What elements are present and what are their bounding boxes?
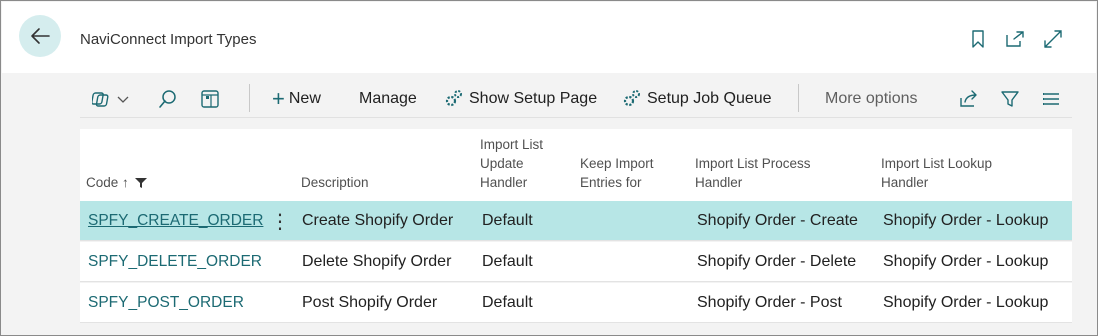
new-button-label: New	[288, 90, 321, 107]
show-setup-page-label: Show Setup Page	[469, 90, 598, 107]
process-handler-cell: Shopify Order - Post	[697, 294, 842, 311]
bookmark-icon[interactable]	[967, 28, 989, 50]
view-switcher-button[interactable]	[92, 80, 130, 118]
page-header: NaviConnect Import Types	[2, 2, 1096, 73]
share-button[interactable]	[959, 80, 979, 118]
new-button[interactable]: + New	[272, 80, 321, 118]
column-header-update-handler[interactable]: Import List Update Handler	[480, 135, 543, 192]
more-options-label: More options	[825, 90, 918, 107]
arrow-left-icon	[31, 28, 50, 44]
manage-button[interactable]: Manage	[359, 80, 417, 118]
description-cell: Delete Shopify Order	[302, 253, 452, 270]
column-header-code[interactable]: Code ↑	[86, 173, 148, 192]
tiles-icon	[92, 92, 109, 107]
window-frame: NaviConnect Import Types + New Manage Sh…	[0, 0, 1098, 336]
plus-icon: +	[272, 86, 285, 111]
table-row[interactable]: SPFY_POST_ORDER Post Shopify Order Defau…	[80, 283, 1072, 323]
expand-icon[interactable]	[1042, 28, 1064, 50]
column-header-keep-entries[interactable]: Keep Import Entries for	[580, 154, 654, 192]
lookup-handler-cell: Shopify Order - Lookup	[883, 253, 1049, 270]
gears-icon	[623, 90, 640, 107]
column-header-row: Code ↑ Description Import List Update Ha…	[80, 129, 1072, 201]
setup-job-queue-button[interactable]: Setup Job Queue	[622, 80, 772, 118]
filter-icon	[1001, 91, 1019, 107]
column-header-code-label: Code ↑	[86, 175, 129, 190]
column-header-lookup-handler[interactable]: Import List Lookup Handler	[881, 154, 992, 192]
table-row[interactable]: SPFY_DELETE_ORDER Delete Shopify Order D…	[80, 242, 1072, 282]
list-icon	[1043, 93, 1059, 105]
table-row[interactable]: SPFY_CREATE_ORDER ⋮ Create Shopify Order…	[80, 201, 1072, 241]
code-cell[interactable]: SPFY_POST_ORDER	[88, 283, 244, 323]
update-handler-cell: Default	[482, 253, 533, 270]
lookup-handler-cell: Shopify Order - Lookup	[883, 212, 1049, 229]
column-header-description[interactable]: Description	[301, 173, 369, 192]
analysis-mode-button[interactable]	[200, 80, 220, 118]
description-cell: Create Shopify Order	[302, 212, 454, 229]
code-cell[interactable]: SPFY_CREATE_ORDER	[88, 201, 263, 241]
manage-button-label: Manage	[359, 90, 417, 107]
toolbar-divider	[798, 84, 799, 112]
open-new-window-icon[interactable]	[1004, 28, 1026, 50]
lookup-handler-cell: Shopify Order - Lookup	[883, 294, 1049, 311]
show-setup-page-button[interactable]: Show Setup Page	[444, 80, 597, 118]
analysis-icon	[201, 90, 219, 108]
action-bar: + New Manage Show Setup Page Setup Job Q…	[80, 80, 1072, 118]
back-button[interactable]	[19, 15, 61, 57]
process-handler-cell: Shopify Order - Delete	[697, 253, 857, 270]
search-button[interactable]	[158, 80, 178, 118]
process-handler-cell: Shopify Order - Create	[697, 212, 858, 229]
more-options-button[interactable]: More options	[825, 80, 918, 118]
list-view-button[interactable]	[1041, 80, 1061, 118]
search-icon	[159, 90, 176, 108]
filter-button[interactable]	[1000, 80, 1020, 118]
update-handler-cell: Default	[482, 212, 533, 229]
setup-job-queue-label: Setup Job Queue	[647, 90, 772, 107]
update-handler-cell: Default	[482, 294, 533, 311]
share-icon	[960, 90, 977, 107]
column-header-process-handler[interactable]: Import List Process Handler	[695, 154, 811, 192]
chevron-down-icon	[117, 96, 129, 103]
row-actions-icon[interactable]: ⋮	[270, 201, 290, 241]
gears-icon	[445, 90, 462, 107]
filter-icon	[134, 177, 147, 188]
description-cell: Post Shopify Order	[302, 294, 438, 311]
page-title: NaviConnect Import Types	[80, 31, 257, 48]
code-cell[interactable]: SPFY_DELETE_ORDER	[88, 242, 262, 282]
toolbar-divider	[249, 84, 250, 112]
